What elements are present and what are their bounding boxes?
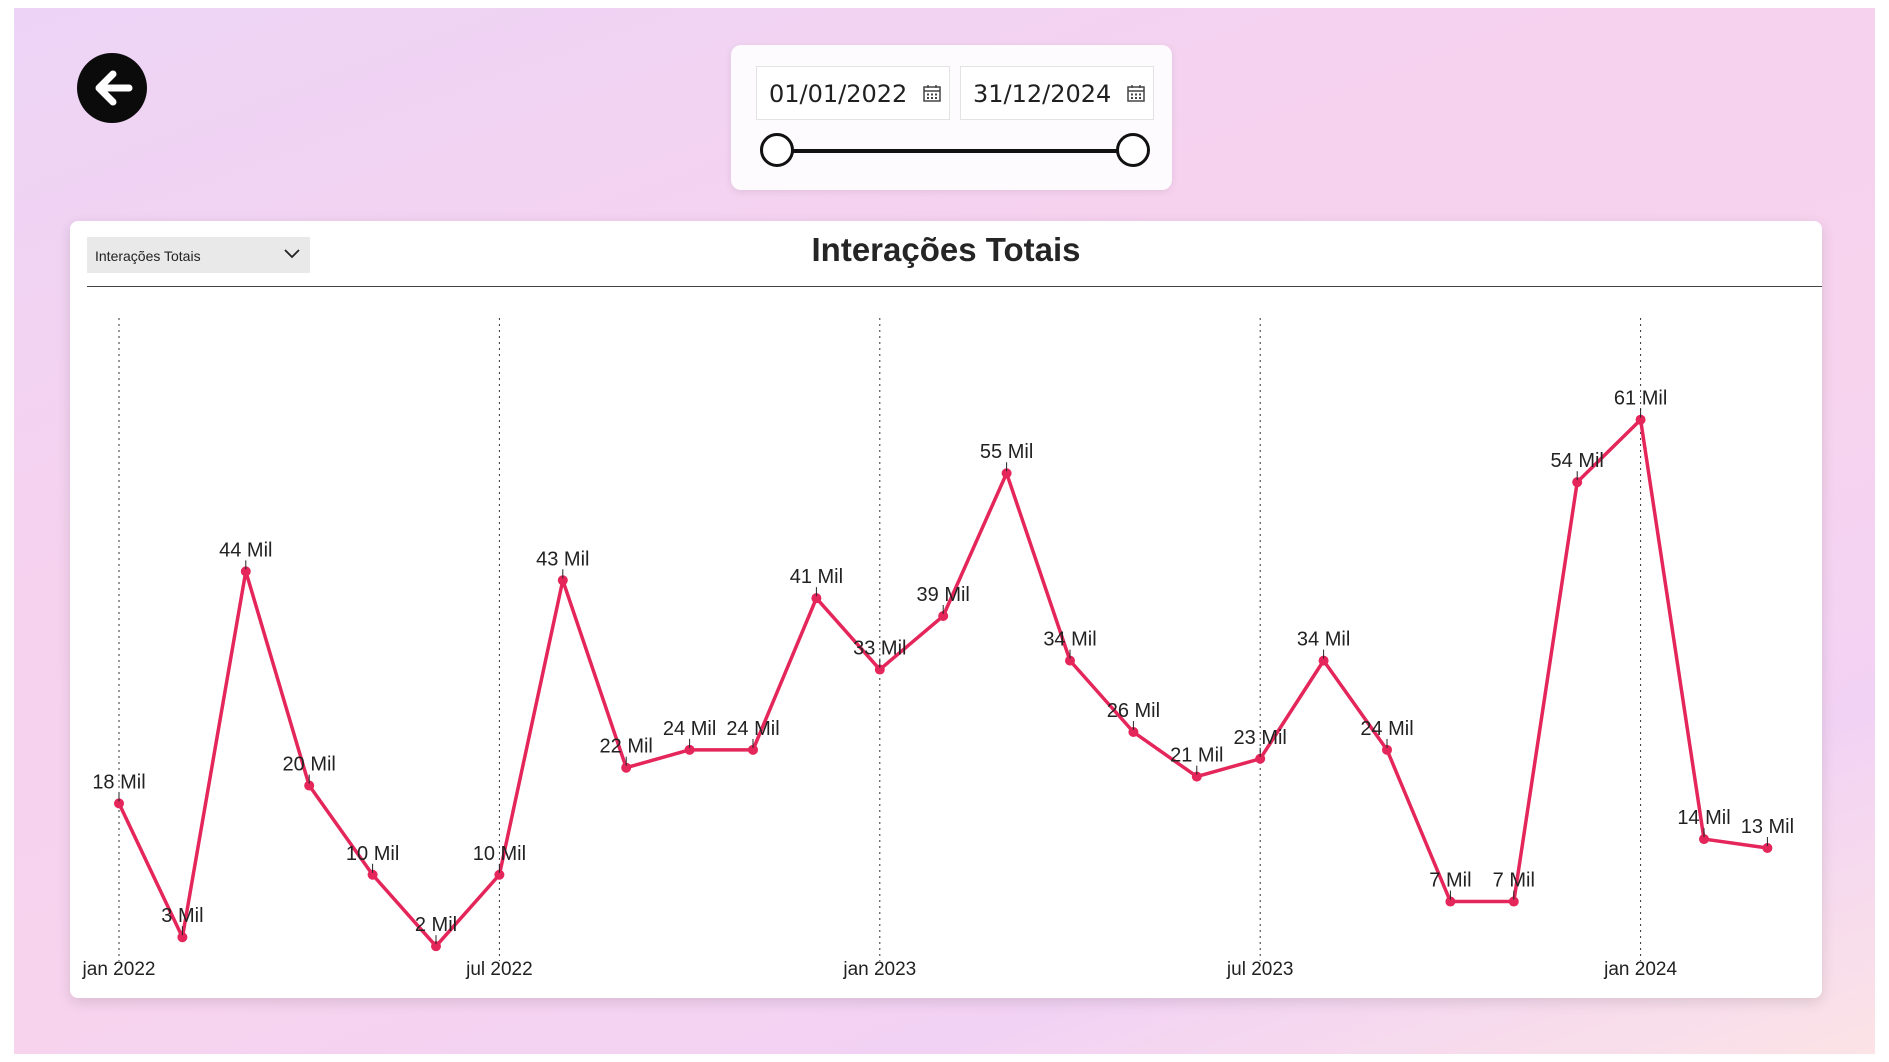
data-label: 55 Mil (980, 441, 1033, 463)
data-label: 43 Mil (536, 548, 589, 570)
data-label: 26 Mil (1107, 700, 1160, 722)
back-button[interactable] (77, 53, 147, 123)
slider-start-handle[interactable] (760, 133, 794, 167)
calendar-icon[interactable] (923, 84, 941, 102)
start-date-field[interactable]: 01/01/2022 (756, 66, 950, 120)
data-label: 13 Mil (1741, 816, 1794, 838)
data-label: 41 Mil (790, 566, 843, 588)
date-slider-track[interactable] (779, 149, 1125, 153)
series-line-path (117, 417, 1768, 948)
data-label: 22 Mil (600, 736, 653, 758)
slider-end-handle[interactable] (1116, 133, 1150, 167)
x-tick-label: jan 2022 (82, 959, 156, 980)
data-label: 34 Mil (1297, 629, 1350, 651)
data-label: 44 Mil (219, 539, 272, 561)
start-date-value: 01/01/2022 (769, 80, 908, 108)
end-date-field[interactable]: 31/12/2024 (960, 66, 1154, 120)
x-axis-ticks: jan 2022 jul 2022 jan 2023 jul 2023 jan 2024 (82, 959, 1678, 980)
data-label: 34 Mil (1043, 629, 1096, 651)
x-tick-label: jan 2024 (1603, 959, 1677, 980)
x-tick-label: jan 2023 (842, 959, 916, 980)
data-label: 54 Mil (1551, 450, 1604, 472)
data-label: 23 Mil (1234, 727, 1287, 749)
x-tick-label: jul 2022 (465, 959, 533, 980)
arrow-left-icon (95, 70, 133, 106)
x-tick-label: jul 2023 (1226, 959, 1294, 980)
data-label: 14 Mil (1677, 807, 1730, 829)
data-labels: 18 Mil 3 Mil 44 Mil 20 Mil 10 Mil 2 Mil 10 Mil… (92, 388, 1794, 945)
data-label: 10 Mil (473, 843, 526, 865)
data-label: 7 Mil (1493, 870, 1535, 892)
data-label: 24 Mil (726, 718, 779, 740)
chart-card: Interações Totais Interações Totais jan … (70, 221, 1822, 998)
data-label: 21 Mil (1170, 745, 1223, 767)
data-label: 7 Mil (1429, 870, 1471, 892)
date-range-filter: 01/01/2022 31/12/2024 (731, 45, 1172, 190)
data-label: 2 Mil (415, 914, 457, 936)
data-label: 33 Mil (853, 638, 906, 660)
data-label: 3 Mil (161, 905, 203, 927)
series-line (117, 417, 1768, 948)
data-label: 39 Mil (917, 584, 970, 606)
data-label: 24 Mil (663, 718, 716, 740)
data-label: 20 Mil (283, 754, 336, 776)
data-label: 18 Mil (92, 771, 145, 793)
data-label: 61 Mil (1614, 388, 1667, 410)
data-label: 24 Mil (1360, 718, 1413, 740)
end-date-value: 31/12/2024 (973, 80, 1112, 108)
calendar-icon[interactable] (1127, 84, 1145, 102)
line-chart: jan 2022 jul 2022 jan 2023 jul 2023 jan 2024… (82, 318, 1794, 980)
data-label: 10 Mil (346, 843, 399, 865)
